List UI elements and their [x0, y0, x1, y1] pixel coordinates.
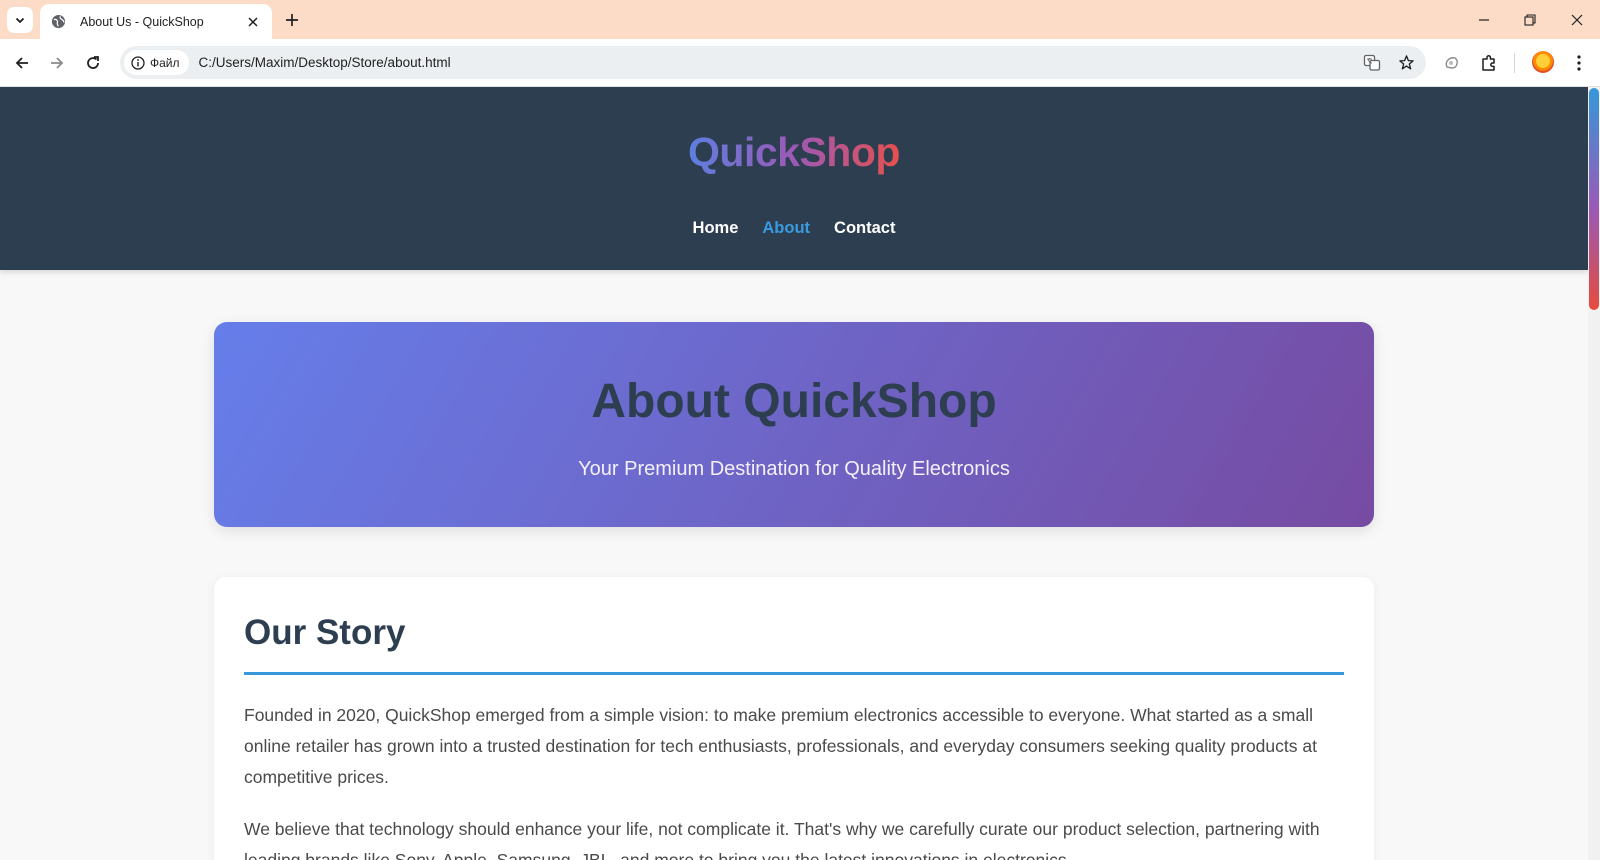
browser-toolbar: Файл C:/Users/Maxim/Desktop/Store/about.… [0, 39, 1600, 87]
hero-subtitle: Your Premium Destination for Quality Ele… [578, 458, 1010, 480]
tab-title: About Us - QuickShop [80, 14, 204, 29]
story-title: Our Story [244, 613, 406, 652]
plus-icon [286, 14, 298, 26]
kebab-menu-icon[interactable] [1567, 51, 1591, 75]
story-paragraph: We believe that technology should enhanc… [244, 819, 1320, 860]
hero-title: About QuickShop [591, 375, 997, 428]
nav-link-home[interactable]: Home [693, 219, 739, 238]
site-logo[interactable]: QuickShop [0, 129, 1588, 176]
toolbar-separator [1514, 53, 1515, 73]
reload-button[interactable] [81, 51, 105, 75]
our-story-card: Our Story Founded in 2020, QuickShop eme… [214, 577, 1374, 860]
restore-button[interactable] [1515, 6, 1545, 34]
minimize-icon [1479, 19, 1489, 21]
address-bar[interactable]: Файл C:/Users/Maxim/Desktop/Store/about.… [120, 46, 1426, 79]
scrollbar[interactable] [1588, 87, 1600, 860]
site-info-chip[interactable]: Файл [124, 50, 189, 75]
minimize-button[interactable] [1469, 6, 1499, 34]
tab-search-button[interactable] [7, 7, 33, 33]
site-chip-label: Файл [150, 55, 180, 70]
scrollbar-thumb[interactable] [1589, 88, 1599, 310]
story-paragraph: Founded in 2020, QuickShop emerged from … [244, 705, 1317, 787]
info-icon [131, 55, 145, 70]
browser-tab-active[interactable]: About Us - QuickShop [40, 4, 272, 39]
url-text[interactable]: C:/Users/Maxim/Desktop/Store/about.html [199, 55, 1358, 70]
main-nav: Home About Contact [0, 219, 1588, 238]
reload-icon [87, 56, 99, 69]
story-divider [244, 672, 1344, 675]
browser-tabstrip: About Us - QuickShop [0, 0, 1600, 39]
profile-avatar-icon[interactable] [1532, 51, 1554, 73]
close-tab-icon[interactable] [244, 13, 262, 31]
extension-icon[interactable] [1440, 51, 1464, 75]
puzzle-extensions-icon[interactable] [1477, 51, 1501, 75]
page-viewport: QuickShop Home About Contact About Quick… [0, 87, 1600, 860]
hero-banner: About QuickShop Your Premium Destination… [214, 322, 1374, 527]
forward-button[interactable] [45, 51, 69, 75]
site-header: QuickShop Home About Contact [0, 87, 1588, 270]
bookmark-star-icon[interactable] [1392, 49, 1420, 77]
close-icon [1571, 14, 1583, 26]
new-tab-button[interactable] [280, 8, 304, 32]
arrow-right-icon [51, 57, 64, 69]
nav-link-about[interactable]: About [762, 219, 810, 238]
globe-icon [50, 14, 66, 30]
arrow-left-icon [15, 57, 28, 69]
back-button[interactable] [10, 51, 34, 75]
restore-icon [1524, 14, 1536, 26]
nav-link-contact[interactable]: Contact [834, 219, 895, 238]
close-window-button[interactable] [1562, 6, 1592, 34]
translate-icon[interactable] [1358, 49, 1386, 77]
chevron-down-icon [15, 17, 25, 24]
